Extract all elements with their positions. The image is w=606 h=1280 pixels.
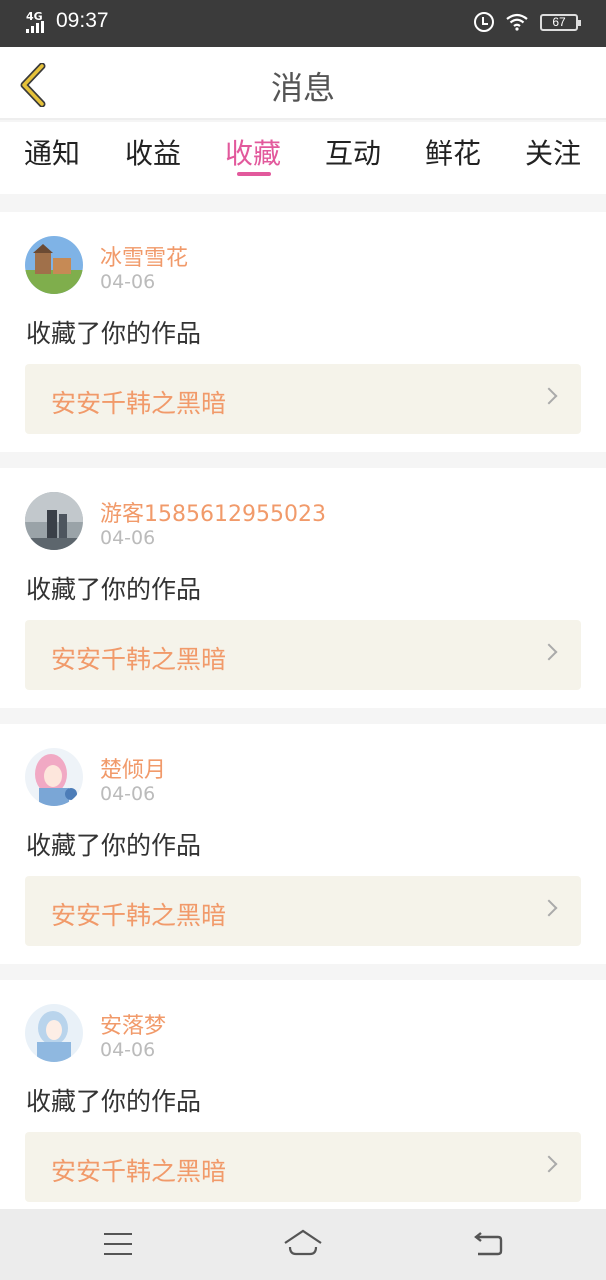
chevron-right-icon bbox=[540, 643, 558, 661]
alarm-icon bbox=[474, 12, 494, 32]
active-tab-indicator bbox=[237, 172, 271, 176]
tab-bar: 通知 收益 收藏 互动 鲜花 关注 bbox=[0, 122, 606, 194]
work-link[interactable]: 安安千韩之黑暗 bbox=[25, 620, 581, 690]
list-item: 安落梦 04-06 收藏了你的作品 安安千韩之黑暗 bbox=[0, 980, 606, 1220]
chevron-right-icon bbox=[540, 1155, 558, 1173]
page-title: 消息 bbox=[270, 69, 335, 107]
work-link[interactable]: 安安千韩之黑暗 bbox=[25, 1132, 581, 1202]
return-icon[interactable] bbox=[472, 1231, 504, 1257]
home-icon[interactable] bbox=[282, 1227, 324, 1259]
clock: 09:37 bbox=[56, 9, 109, 32]
message-text: 收藏了你的作品 bbox=[26, 575, 202, 604]
status-bar: 4G 09:37 67 bbox=[0, 0, 606, 47]
tab-notifications[interactable]: 通知 bbox=[17, 132, 87, 172]
work-title: 安安千韩之黑暗 bbox=[51, 645, 227, 674]
username[interactable]: 游客1585612955023 bbox=[100, 496, 326, 528]
work-title: 安安千韩之黑暗 bbox=[51, 901, 227, 930]
username[interactable]: 安落梦 bbox=[100, 1008, 166, 1040]
avatar[interactable] bbox=[25, 492, 83, 550]
chevron-right-icon bbox=[540, 387, 558, 405]
tab-interactions[interactable]: 互动 bbox=[318, 132, 388, 172]
tab-favorites[interactable]: 收藏 bbox=[218, 132, 288, 172]
message-date: 04-06 bbox=[100, 271, 156, 293]
message-text: 收藏了你的作品 bbox=[26, 831, 202, 860]
wifi-icon bbox=[506, 13, 528, 31]
list-item: 冰雪雪花 04-06 收藏了你的作品 安安千韩之黑暗 bbox=[0, 212, 606, 452]
username[interactable]: 冰雪雪花 bbox=[100, 240, 188, 272]
battery-indicator: 67 bbox=[540, 13, 581, 31]
work-title: 安安千韩之黑暗 bbox=[51, 1157, 227, 1186]
work-title: 安安千韩之黑暗 bbox=[51, 389, 227, 418]
username[interactable]: 楚倾月 bbox=[100, 752, 166, 784]
header: 消息 bbox=[0, 47, 606, 120]
list-item: 楚倾月 04-06 收藏了你的作品 安安千韩之黑暗 bbox=[0, 724, 606, 964]
tab-flowers[interactable]: 鲜花 bbox=[418, 132, 488, 172]
avatar[interactable] bbox=[25, 748, 83, 806]
avatar[interactable] bbox=[25, 236, 83, 294]
menu-icon[interactable] bbox=[104, 1233, 132, 1255]
message-text: 收藏了你的作品 bbox=[26, 1087, 202, 1116]
message-date: 04-06 bbox=[100, 527, 156, 549]
message-date: 04-06 bbox=[100, 1039, 156, 1061]
message-date: 04-06 bbox=[100, 783, 156, 805]
list-item: 游客1585612955023 04-06 收藏了你的作品 安安千韩之黑暗 bbox=[0, 468, 606, 708]
signal-icon: 4G bbox=[26, 9, 50, 33]
chevron-right-icon bbox=[540, 899, 558, 917]
tab-follows[interactable]: 关注 bbox=[518, 132, 588, 172]
work-link[interactable]: 安安千韩之黑暗 bbox=[25, 364, 581, 434]
work-link[interactable]: 安安千韩之黑暗 bbox=[25, 876, 581, 946]
avatar[interactable] bbox=[25, 1004, 83, 1062]
system-nav-bar bbox=[0, 1209, 606, 1280]
message-text: 收藏了你的作品 bbox=[26, 319, 202, 348]
tab-earnings[interactable]: 收益 bbox=[118, 132, 188, 172]
